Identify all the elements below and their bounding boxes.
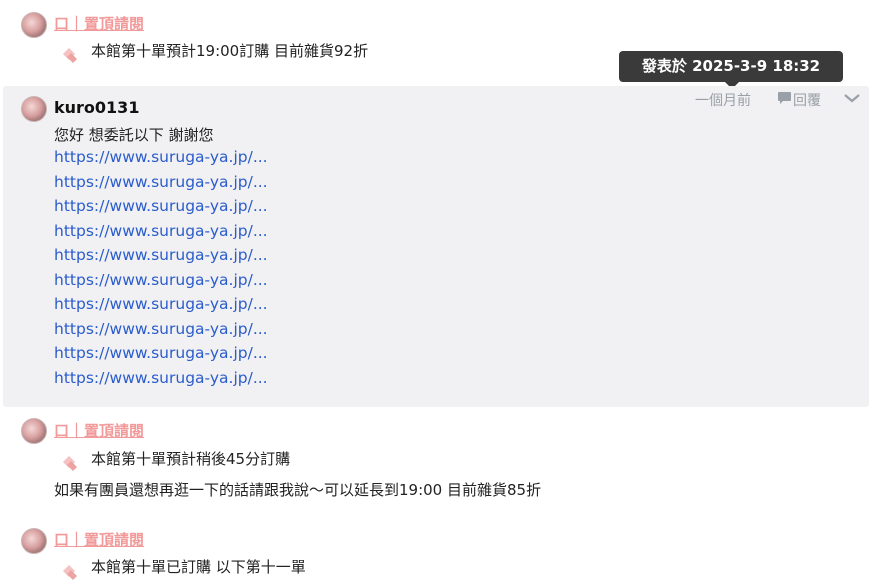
link[interactable]: https://www.suruga-ya.jp/... bbox=[54, 271, 268, 289]
link[interactable]: https://www.suruga-ya.jp/... bbox=[54, 148, 268, 166]
link[interactable]: https://www.suruga-ya.jp/... bbox=[54, 344, 268, 362]
message-text: 本館第十單預計19:00訂購 目前雜貨92折 bbox=[91, 42, 369, 60]
link[interactable]: https://www.suruga-ya.jp/... bbox=[54, 173, 268, 191]
link[interactable]: https://www.suruga-ya.jp/... bbox=[54, 197, 268, 215]
author-name[interactable]: kuro0131 bbox=[54, 98, 139, 117]
avatar[interactable] bbox=[21, 528, 47, 554]
message-text: 如果有團員還想再逛一下的話請跟我說～可以延長到19:00 目前雜貨85折 bbox=[54, 481, 542, 499]
sticker-icon bbox=[63, 48, 77, 63]
link[interactable]: https://www.suruga-ya.jp/... bbox=[54, 295, 268, 313]
author-link[interactable]: 口｜置頂請閱 bbox=[54, 420, 144, 441]
link[interactable]: https://www.suruga-ya.jp/... bbox=[54, 222, 268, 240]
sticker-icon bbox=[63, 565, 77, 580]
time-ago[interactable]: 一個月前 bbox=[695, 90, 751, 110]
message-text: 本館第十單預計稍後45分訂購 bbox=[91, 450, 291, 468]
avatar[interactable] bbox=[21, 96, 47, 122]
author-link[interactable]: 口｜置頂請閱 bbox=[54, 529, 144, 550]
timestamp-tooltip: 發表於 2025-3-9 18:32 bbox=[619, 51, 843, 82]
avatar[interactable] bbox=[21, 12, 47, 38]
sticker-icon bbox=[63, 456, 77, 471]
reply-button[interactable]: 回覆 bbox=[793, 90, 821, 110]
speech-bubble-icon[interactable] bbox=[777, 91, 792, 105]
avatar[interactable] bbox=[21, 418, 47, 444]
author-link[interactable]: 口｜置頂請閱 bbox=[54, 13, 144, 34]
chevron-down-icon[interactable] bbox=[843, 92, 861, 104]
message-text: 您好 想委託以下 謝謝您 bbox=[54, 126, 214, 144]
link[interactable]: https://www.suruga-ya.jp/... bbox=[54, 246, 268, 264]
link[interactable]: https://www.suruga-ya.jp/... bbox=[54, 369, 268, 387]
link[interactable]: https://www.suruga-ya.jp/... bbox=[54, 320, 268, 338]
message-text: 本館第十單已訂購 以下第十一單 bbox=[91, 558, 306, 576]
